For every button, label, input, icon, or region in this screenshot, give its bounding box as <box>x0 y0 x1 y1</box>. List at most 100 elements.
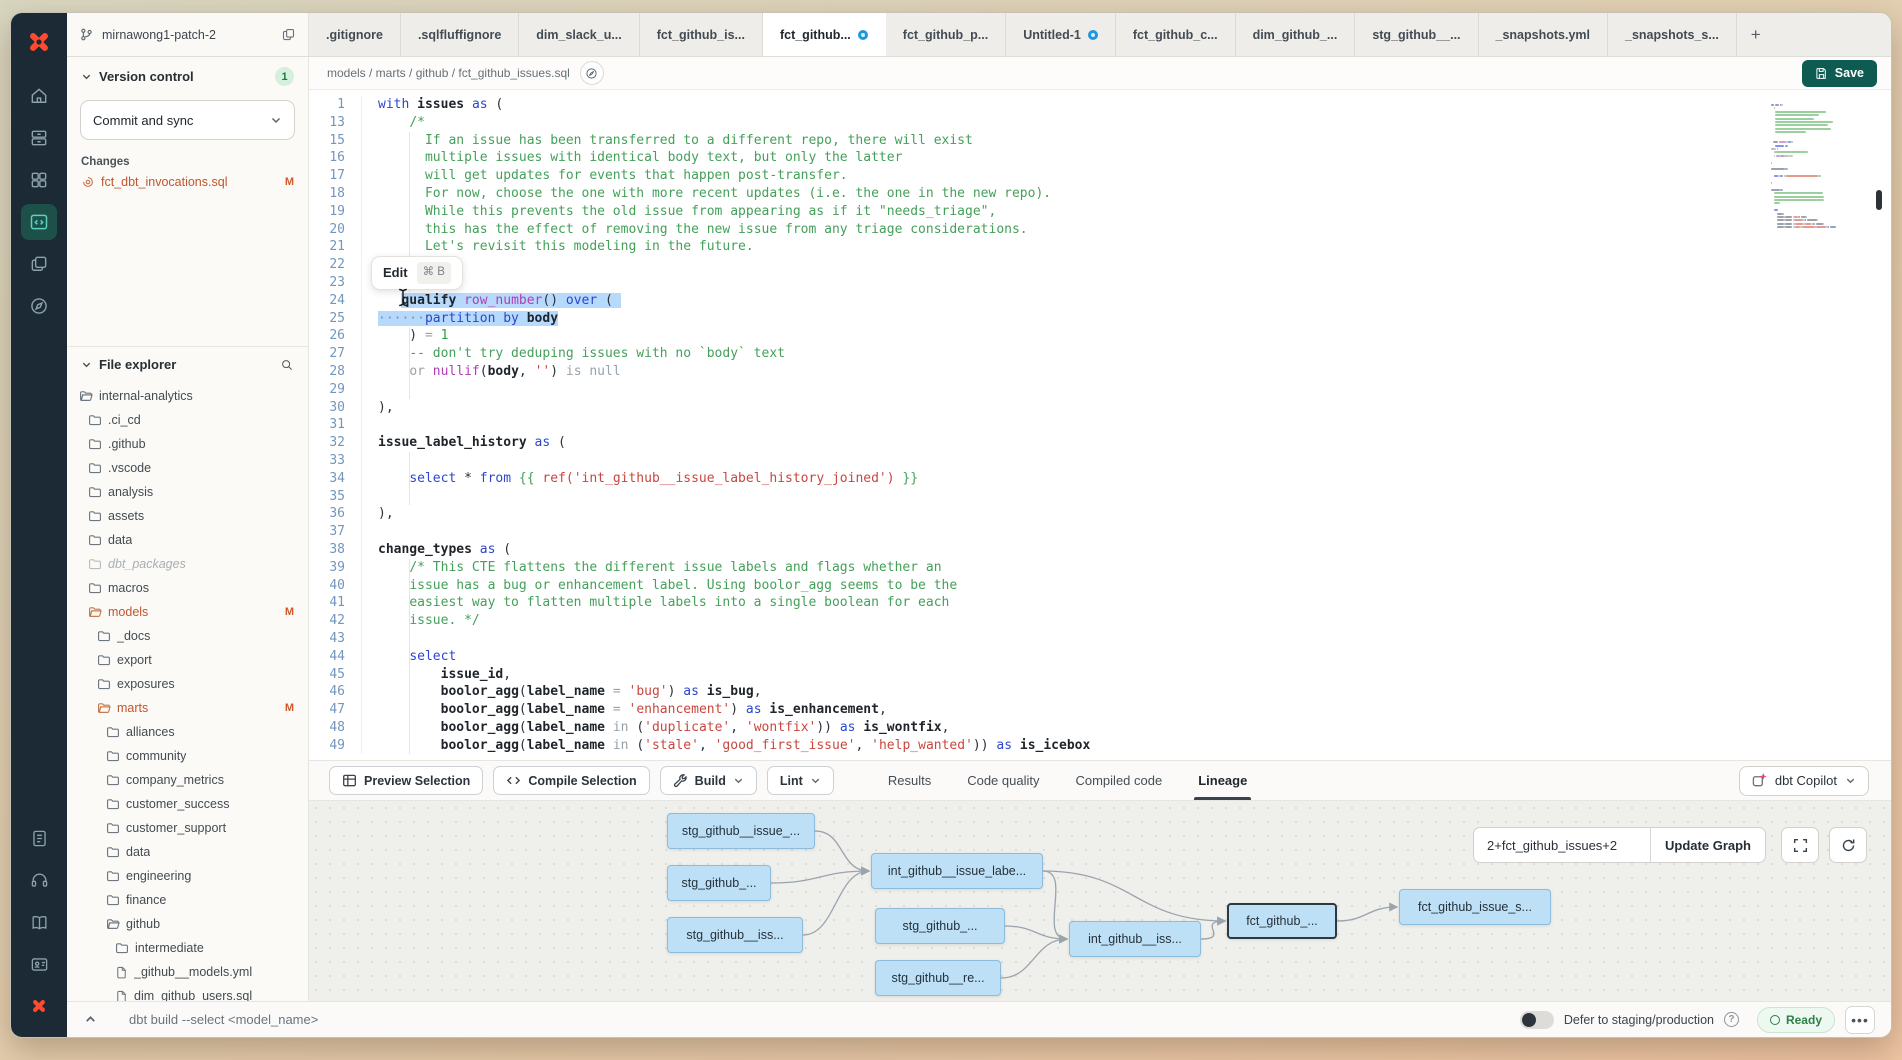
code-line-content[interactable]: issue_label_history as ( <box>361 434 1891 452</box>
search-icon[interactable] <box>280 358 294 372</box>
command-input[interactable]: dbt build --select <model_name> <box>129 1012 318 1027</box>
code-line-content[interactable] <box>361 381 1891 399</box>
file-tree-item-internal-analytics[interactable]: internal-analytics <box>67 384 308 408</box>
docs-book-icon[interactable] <box>21 904 57 940</box>
editor-tab-dim_github_-[interactable]: dim_github_... <box>1236 13 1356 56</box>
support-headset-icon[interactable] <box>21 862 57 898</box>
code-line-content[interactable]: If an issue has been transferred to a di… <box>361 132 1891 150</box>
code-line-content[interactable]: easiest way to flatten multiple labels i… <box>361 594 1891 612</box>
file-tree-item-data[interactable]: data <box>67 840 308 864</box>
code-line-content[interactable]: ), <box>361 399 1891 417</box>
lineage-node-stg_github_-[interactable]: stg_github_... <box>875 908 1005 944</box>
editor-tab-Untitled-1[interactable]: Untitled-1 <box>1006 13 1116 56</box>
code-editor-icon[interactable] <box>21 204 57 240</box>
code-line-content[interactable]: will get updates for events that happen … <box>361 167 1891 185</box>
lineage-node-stg_github__iss-[interactable]: stg_github__iss... <box>667 917 803 953</box>
code-line-content[interactable]: ) = 1 <box>361 327 1891 345</box>
file-tree-item-engineering[interactable]: engineering <box>67 864 308 888</box>
editor-tab-dim_slack_u-[interactable]: dim_slack_u... <box>519 13 639 56</box>
lint-button[interactable]: Lint <box>767 766 834 795</box>
code-line-content[interactable]: select <box>361 648 1891 666</box>
lineage-node-int_github__iss-[interactable]: int_github__iss... <box>1069 921 1201 957</box>
code-line-content[interactable]: multiple issues with identical body text… <box>361 149 1891 167</box>
code-line-content[interactable]: issue_id, <box>361 666 1891 684</box>
file-tree-item-github[interactable]: github <box>67 912 308 936</box>
code-line-content[interactable]: Let's revisit this modeling in the futur… <box>361 238 1891 256</box>
file-explorer-header[interactable]: File explorer <box>67 347 308 378</box>
panel-tab-code-quality[interactable]: Code quality <box>967 761 1039 800</box>
code-line-content[interactable] <box>361 416 1891 434</box>
build-button[interactable]: Build <box>660 766 757 795</box>
panel-tab-compiled-code[interactable]: Compiled code <box>1075 761 1162 800</box>
editor-tab-fct_github_is-[interactable]: fct_github_is... <box>640 13 763 56</box>
file-tree-item-models[interactable]: modelsM <box>67 600 308 624</box>
file-tree-item-.github[interactable]: .github <box>67 432 308 456</box>
windows-icon[interactable] <box>21 246 57 282</box>
preview-selection-button[interactable]: Preview Selection <box>329 766 483 795</box>
code-line-content[interactable]: ), <box>361 505 1891 523</box>
save-button[interactable]: Save <box>1802 60 1877 87</box>
file-tree-item-.ci_cd[interactable]: .ci_cd <box>67 408 308 432</box>
code-line-content[interactable] <box>361 488 1891 506</box>
edit-popup[interactable]: Edit ⌘ B <box>371 256 463 290</box>
code-line-content[interactable]: this has the effect of removing the new … <box>361 221 1891 239</box>
code-line-content[interactable]: qualify row_number() over ( <box>361 292 1891 310</box>
contact-card-icon[interactable] <box>21 946 57 982</box>
version-control-header[interactable]: Version control 1 <box>67 57 308 92</box>
file-tree-item-dbt_packages[interactable]: dbt_packages <box>67 552 308 576</box>
notebook-icon[interactable] <box>21 820 57 856</box>
lineage-selector-input[interactable]: 2+fct_github_issues+2 <box>1474 828 1650 862</box>
branch-bar[interactable]: mirnawong1-patch-2 <box>67 13 309 56</box>
scrollbar-thumb[interactable] <box>1876 190 1882 210</box>
dbt-logo[interactable] <box>24 27 54 57</box>
warehouse-icon[interactable] <box>21 120 57 156</box>
new-tab-button[interactable]: + <box>1737 13 1775 56</box>
more-options-icon[interactable]: ••• <box>1845 1006 1875 1034</box>
editor-tab-stg_github__-[interactable]: stg_github__... <box>1355 13 1478 56</box>
file-tree-item-customer_success[interactable]: customer_success <box>67 792 308 816</box>
file-tree-item-export[interactable]: export <box>67 648 308 672</box>
update-graph-button[interactable]: Update Graph <box>1650 828 1765 862</box>
lineage-node-fct_github_-[interactable]: fct_github_... <box>1227 903 1337 939</box>
code-line-content[interactable] <box>361 630 1891 648</box>
file-tree-item-_github__models.yml[interactable]: _github__models.yml <box>67 960 308 984</box>
lineage-node-stg_github__issue_-[interactable]: stg_github__issue_... <box>667 813 815 849</box>
panel-tab-lineage[interactable]: Lineage <box>1198 761 1247 800</box>
code-line-content[interactable]: boolor_agg(label_name in ('stale', 'good… <box>361 737 1891 755</box>
code-line-content[interactable]: or nullif(body, '') is null <box>361 363 1891 381</box>
expand-command-bar-icon[interactable] <box>77 1008 103 1032</box>
panel-tab-results[interactable]: Results <box>888 761 931 800</box>
file-tree-item-customer_support[interactable]: customer_support <box>67 816 308 840</box>
code-line-content[interactable] <box>361 274 1891 292</box>
file-tree-item-.vscode[interactable]: .vscode <box>67 456 308 480</box>
help-icon[interactable]: ? <box>1724 1012 1739 1027</box>
editor-tab--gitignore[interactable]: .gitignore <box>309 13 401 56</box>
code-line-content[interactable]: boolor_agg(label_name = 'bug') as is_bug… <box>361 683 1891 701</box>
file-tree-item-assets[interactable]: assets <box>67 504 308 528</box>
file-tree-item-exposures[interactable]: exposures <box>67 672 308 696</box>
minimap[interactable] <box>1771 98 1857 223</box>
code-line-content[interactable]: issue has a bug or enhancement label. Us… <box>361 577 1891 595</box>
file-tree-item-_docs[interactable]: _docs <box>67 624 308 648</box>
status-badge[interactable]: Ready <box>1757 1007 1835 1033</box>
code-line-content[interactable]: While this prevents the old issue from a… <box>361 203 1891 221</box>
file-tree-item-dim_github_users.sql[interactable]: dim_github_users.sql <box>67 984 308 1001</box>
lineage-node-fct_github_issue_s-[interactable]: fct_github_issue_s... <box>1399 889 1551 925</box>
code-line-content[interactable]: -- don't try deduping issues with no `bo… <box>361 345 1891 363</box>
apps-grid-icon[interactable] <box>21 162 57 198</box>
refresh-icon[interactable] <box>1829 827 1867 863</box>
lineage-node-int_github__issue_labe-[interactable]: int_github__issue_labe... <box>871 853 1043 889</box>
code-line-content[interactable]: ······partition by body <box>361 310 1891 328</box>
file-tree-item-marts[interactable]: martsM <box>67 696 308 720</box>
code-line-content[interactable]: select * from {{ ref('int_github__issue_… <box>361 470 1891 488</box>
file-tree-item-macros[interactable]: macros <box>67 576 308 600</box>
editor-tab-fct_github_c-[interactable]: fct_github_c... <box>1116 13 1236 56</box>
dbt-labs-logo[interactable] <box>21 988 57 1024</box>
compile-selection-button[interactable]: Compile Selection <box>493 766 649 795</box>
defer-toggle[interactable] <box>1520 1011 1554 1029</box>
editor-tab--sqlfluffignore[interactable]: .sqlfluffignore <box>401 13 519 56</box>
file-tree-item-intermediate[interactable]: intermediate <box>67 936 308 960</box>
lineage-node-stg_github__re-[interactable]: stg_github__re... <box>875 960 1001 996</box>
code-line-content[interactable]: boolor_agg(label_name in ('duplicate', '… <box>361 719 1891 737</box>
changed-file-row[interactable]: fct_dbt_invocations.sql M <box>67 172 308 192</box>
